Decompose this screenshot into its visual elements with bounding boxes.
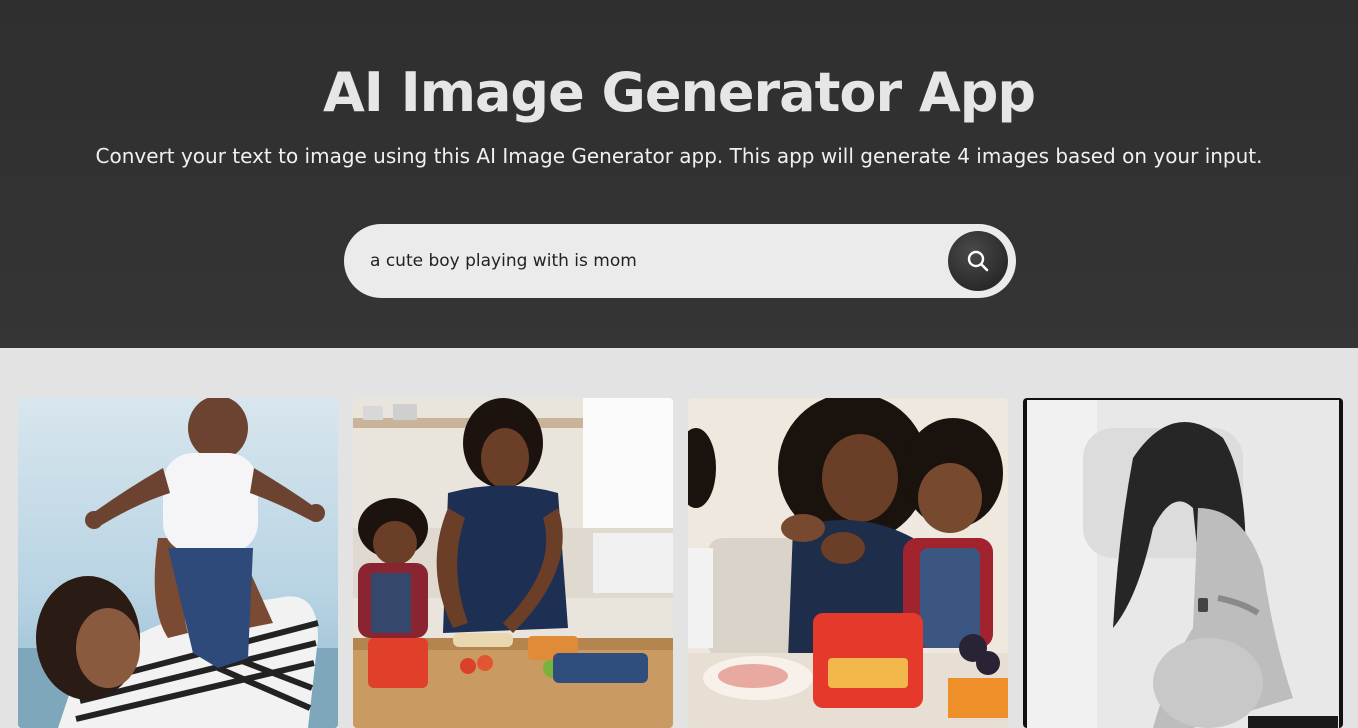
search-form bbox=[344, 224, 1016, 298]
generated-image-card[interactable] bbox=[1023, 398, 1343, 728]
search-button[interactable] bbox=[948, 231, 1008, 291]
generated-image-4 bbox=[1023, 398, 1343, 728]
generated-image-card[interactable] bbox=[688, 398, 1008, 728]
search-input[interactable] bbox=[370, 246, 930, 276]
hero-header: AI Image Generator App Convert your text… bbox=[0, 0, 1358, 348]
page-title: AI Image Generator App bbox=[322, 61, 1036, 124]
page-subtitle: Convert your text to image using this AI… bbox=[95, 144, 1263, 168]
image-gallery bbox=[0, 348, 1358, 728]
search-icon bbox=[967, 250, 989, 272]
generated-image-1 bbox=[18, 398, 338, 728]
generated-image-3 bbox=[688, 398, 1008, 728]
generated-image-2 bbox=[353, 398, 673, 728]
generated-image-card[interactable] bbox=[18, 398, 338, 728]
generated-image-card[interactable] bbox=[353, 398, 673, 728]
